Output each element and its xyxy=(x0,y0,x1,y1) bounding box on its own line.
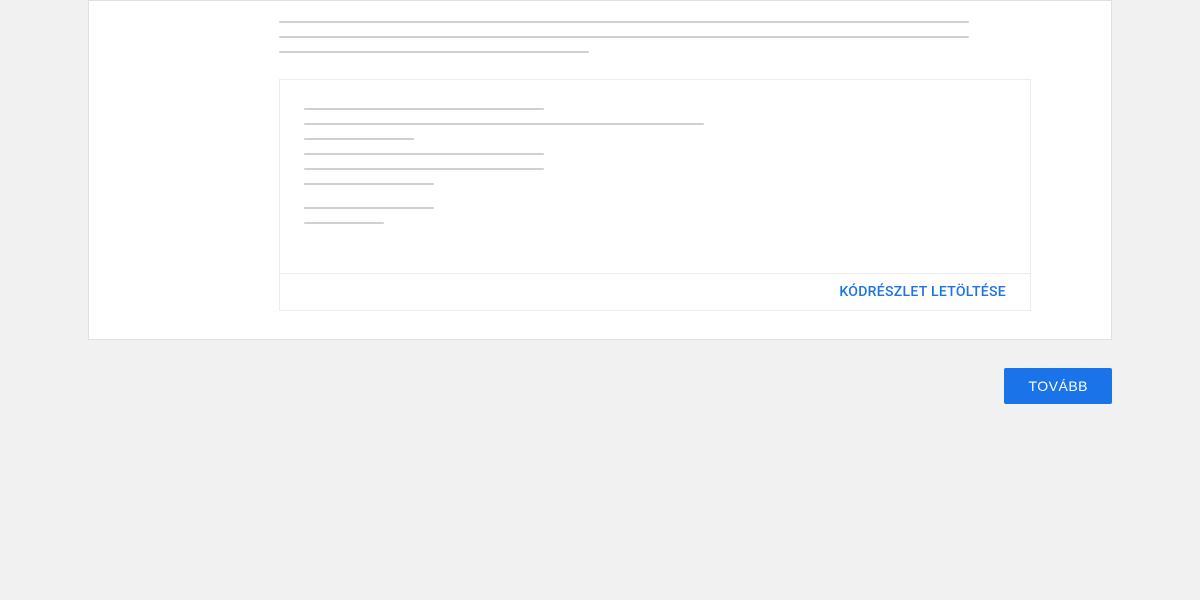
placeholder-line xyxy=(304,222,384,224)
placeholder-line xyxy=(304,108,544,110)
placeholder-line xyxy=(304,138,414,140)
placeholder-line xyxy=(279,21,969,23)
placeholder-line xyxy=(304,183,434,185)
placeholder-line xyxy=(279,51,589,53)
download-snippet-link[interactable]: KÓDRÉSZLET LETÖLTÉSE xyxy=(839,284,1006,300)
placeholder-line xyxy=(279,36,969,38)
next-button[interactable]: TOVÁBB xyxy=(1004,368,1112,404)
code-content xyxy=(280,80,1030,273)
placeholder-line xyxy=(304,153,544,155)
action-bar: TOVÁBB xyxy=(88,368,1112,404)
description-block xyxy=(89,1,1111,53)
placeholder-line xyxy=(304,168,544,170)
placeholder-line xyxy=(304,123,704,125)
code-footer: KÓDRÉSZLET LETÖLTÉSE xyxy=(280,273,1030,310)
code-snippet-box: KÓDRÉSZLET LETÖLTÉSE xyxy=(279,79,1031,311)
placeholder-line xyxy=(304,207,434,209)
main-card: KÓDRÉSZLET LETÖLTÉSE xyxy=(88,0,1112,340)
